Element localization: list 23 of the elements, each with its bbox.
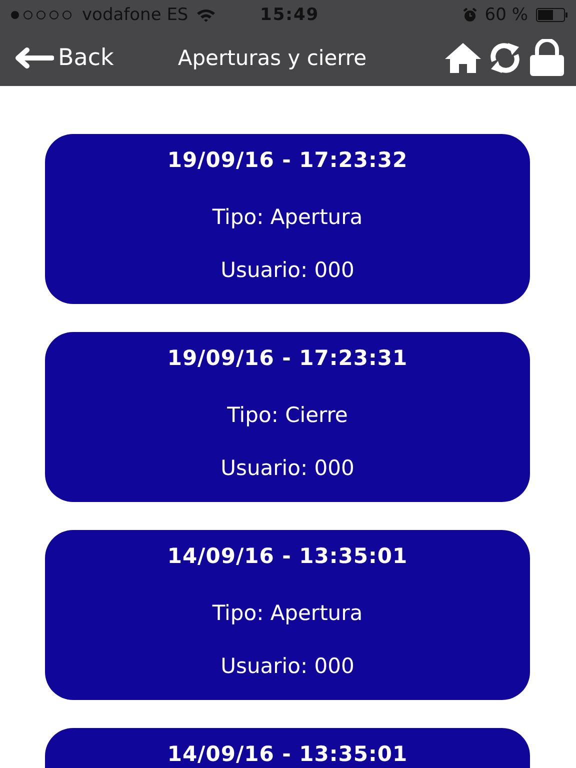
event-type: Tipo: Cierre: [227, 403, 348, 427]
refresh-icon[interactable]: [488, 41, 522, 75]
event-user: Usuario: 000: [220, 258, 354, 282]
event-datetime: 19/09/16 - 17:23:32: [167, 148, 408, 174]
event-type: Tipo: Apertura: [212, 601, 363, 625]
event-datetime: 19/09/16 - 17:23:31: [167, 346, 408, 372]
alarm-icon: [462, 8, 477, 22]
event-type: Tipo: Apertura: [212, 205, 363, 229]
event-user: Usuario: 000: [220, 456, 354, 480]
screen-title: Aperturas y cierre: [178, 46, 367, 70]
carrier-name: vodafone ES: [82, 5, 188, 25]
home-icon[interactable]: [444, 42, 482, 74]
battery-percentage: 60 %: [484, 5, 528, 25]
back-arrow-icon: [14, 47, 54, 69]
clock-time: 15:49: [260, 5, 320, 25]
event-datetime: 14/09/16 - 13:35:01: [167, 742, 408, 768]
lock-icon[interactable]: [528, 39, 566, 77]
signal-icon: [10, 10, 74, 20]
wifi-icon: [196, 8, 216, 22]
back-button[interactable]: Back: [14, 45, 114, 71]
event-user: Usuario: 000: [220, 654, 354, 678]
battery-icon: [536, 8, 568, 22]
event-datetime: 14/09/16 - 13:35:01: [167, 544, 408, 570]
